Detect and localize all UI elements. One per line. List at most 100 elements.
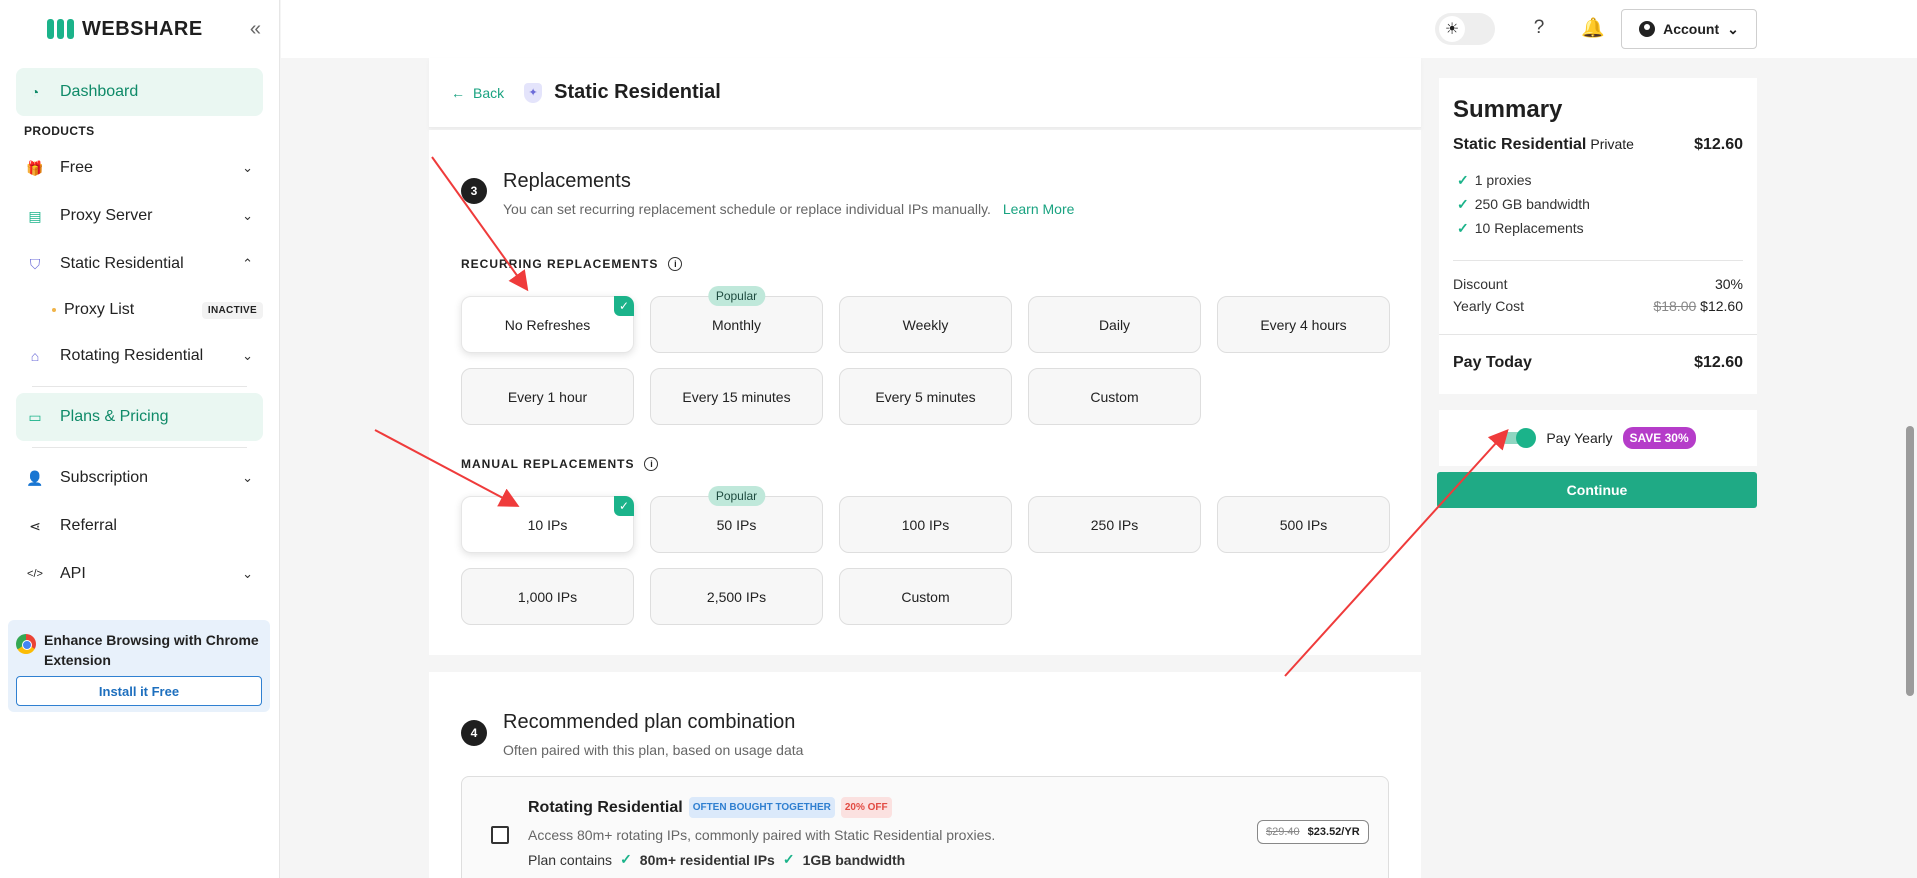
discount-label: Discount — [1453, 276, 1508, 292]
install-extension-button[interactable]: Install it Free — [16, 676, 262, 706]
subtitle-text: You can set recurring replacement schedu… — [503, 201, 991, 217]
recurring-option[interactable]: Every 5 minutes — [839, 368, 1012, 425]
check-icon: ✓ — [614, 296, 634, 316]
manual-option[interactable]: 100 IPs — [839, 496, 1012, 553]
recurring-option[interactable]: Monthly Popular — [650, 286, 823, 353]
combo-feature: 1GB bandwidth — [802, 851, 906, 868]
chrome-icon — [16, 634, 36, 654]
pay-yearly-card: Pay Yearly SAVE 30% — [1439, 410, 1757, 466]
sidebar-item-label: Rotating Residential — [60, 347, 204, 364]
recurring-option[interactable]: Every 15 minutes — [650, 368, 823, 425]
summary-title: Summary — [1453, 96, 1563, 123]
contains-label: Plan contains — [528, 851, 613, 868]
option-label: Every 1 hour — [507, 388, 588, 405]
double-chevron-left-icon[interactable]: « — [250, 18, 261, 41]
bell-icon[interactable]: 🔔 — [1581, 16, 1605, 40]
recurring-option[interactable]: Every 4 hours — [1217, 296, 1390, 353]
sidebar-item-plans-pricing[interactable]: ▭ Plans & Pricing — [16, 393, 263, 441]
theme-toggle[interactable]: ☀ — [1435, 13, 1495, 45]
sidebar-item-label: Referral — [60, 517, 117, 534]
chevron-down-icon: ⌄ — [242, 348, 253, 363]
option-label: Custom — [1090, 388, 1139, 405]
save-badge: SAVE 30% — [1622, 427, 1696, 449]
option-label: Every 15 minutes — [682, 388, 791, 405]
page-header: ← Back ✦ Static Residential — [429, 58, 1421, 128]
learn-more-link[interactable]: Learn More — [1003, 201, 1075, 217]
sidebar-item-rotating-residential[interactable]: ⌂ Rotating Residential ⌄ — [16, 332, 263, 380]
status-badge: INACTIVE — [201, 301, 263, 319]
logo[interactable]: WEBSHARE — [47, 18, 203, 41]
option-label: 2,500 IPs — [706, 588, 767, 605]
bullet-icon — [52, 308, 56, 312]
option-label: 250 IPs — [1090, 516, 1139, 533]
manual-option[interactable]: 50 IPs Popular — [650, 486, 823, 553]
help-icon[interactable]: ? — [1527, 16, 1551, 40]
combo-title: Rotating Residential OFTEN BOUGHT TOGETH… — [528, 797, 892, 818]
recurring-option[interactable]: Custom — [1028, 368, 1201, 425]
old-price: $29.40 — [1266, 826, 1300, 838]
recurring-option[interactable]: Daily — [1028, 296, 1201, 353]
section-title: Replacements — [503, 170, 631, 192]
recurring-label: RECURRING REPLACEMENTS i — [461, 257, 683, 271]
manual-option[interactable]: 1,000 IPs — [461, 568, 634, 625]
chevron-up-icon: ⌃ — [242, 256, 253, 271]
yearly-old: $18.00 — [1653, 298, 1697, 314]
check-icon: ✓ — [782, 851, 795, 867]
pay-today-label: Pay Today — [1453, 354, 1532, 371]
info-icon[interactable]: i — [644, 457, 659, 471]
sidebar-item-label: Free — [60, 159, 93, 176]
continue-button[interactable]: Continue — [1437, 472, 1757, 508]
shield-icon: ⛉ — [29, 255, 41, 272]
replacements-section: 3 Replacements You can set recurring rep… — [429, 130, 1421, 655]
sidebar-item-static-residential[interactable]: ⛉ Static Residential ⌃ — [16, 240, 263, 288]
sidebar-item-free[interactable]: 🎁 Free ⌄ — [16, 144, 263, 192]
sidebar-item-label: Dashboard — [60, 83, 139, 100]
sidebar-item-subscription[interactable]: 👤 Subscription ⌄ — [16, 454, 263, 502]
brand-name: WEBSHARE — [82, 17, 203, 40]
sidebar-item-proxy-server[interactable]: ▤ Proxy Server ⌄ — [16, 192, 263, 240]
summary-feature: ✓ 1 proxies — [1457, 172, 1532, 189]
account-button[interactable]: Account ⌄ — [1621, 9, 1757, 49]
recurring-option[interactable]: Weekly — [839, 296, 1012, 353]
often-bought-badge: OFTEN BOUGHT TOGETHER — [688, 797, 835, 818]
info-icon[interactable]: i — [668, 257, 683, 271]
discount-badge: 20% OFF — [840, 797, 892, 818]
server-icon: ▤ — [28, 207, 42, 224]
manual-option[interactable]: 2,500 IPs — [650, 568, 823, 625]
sidebar-item-label: Proxy Server — [60, 207, 153, 224]
pay-yearly-label: Pay Yearly — [1546, 430, 1613, 446]
sun-icon: ☀ — [1439, 16, 1465, 42]
manual-option[interactable]: Custom — [839, 568, 1012, 625]
sidebar-item-api[interactable]: </> API ⌄ — [16, 550, 263, 598]
sidebar-item-referral[interactable]: ⋖ Referral — [16, 502, 263, 550]
combo-checkbox[interactable] — [491, 826, 509, 844]
manual-option[interactable]: 500 IPs — [1217, 496, 1390, 553]
recurring-option[interactable]: Every 1 hour — [461, 368, 634, 425]
chevron-down-icon: ⌄ — [1727, 20, 1739, 37]
option-label: Every 5 minutes — [875, 388, 976, 405]
pay-today-value: $12.60 — [1694, 354, 1743, 371]
combo-feature: 80m+ residential IPs — [639, 851, 775, 868]
recommended-section: 4 Recommended plan combination Often pai… — [429, 672, 1421, 878]
back-button[interactable]: ← Back — [451, 85, 504, 101]
sidebar-item-label: API — [60, 565, 86, 582]
logo-row: WEBSHARE « — [0, 0, 279, 58]
pay-yearly-toggle[interactable] — [1500, 428, 1537, 448]
house-icon: ⌂ — [30, 348, 40, 364]
sidebar-subitem-proxy-list[interactable]: Proxy List INACTIVE — [52, 288, 263, 332]
section-subtitle: You can set recurring replacement schedu… — [503, 201, 1074, 217]
manual-option[interactable]: 10 IPs ✓ — [461, 496, 634, 553]
sidebar-item-dashboard[interactable]: ◔ Dashboard — [16, 68, 263, 116]
recurring-label-text: RECURRING REPLACEMENTS — [461, 257, 659, 271]
gift-icon: 🎁 — [26, 159, 44, 176]
option-label: Daily — [1098, 316, 1131, 333]
plan-name: Static Residential — [1453, 136, 1587, 153]
chevron-down-icon: ⌄ — [242, 566, 253, 581]
combo-description: Access 80m+ rotating IPs, commonly paire… — [528, 827, 996, 843]
feature-text: 10 Replacements — [1474, 220, 1584, 236]
combo-price: $29.40 $23.52/YR — [1257, 820, 1369, 844]
sidebar-item-label: Subscription — [60, 469, 149, 486]
manual-option[interactable]: 250 IPs — [1028, 496, 1201, 553]
recurring-option[interactable]: No Refreshes ✓ — [461, 296, 634, 353]
scrollbar[interactable] — [1906, 426, 1914, 696]
